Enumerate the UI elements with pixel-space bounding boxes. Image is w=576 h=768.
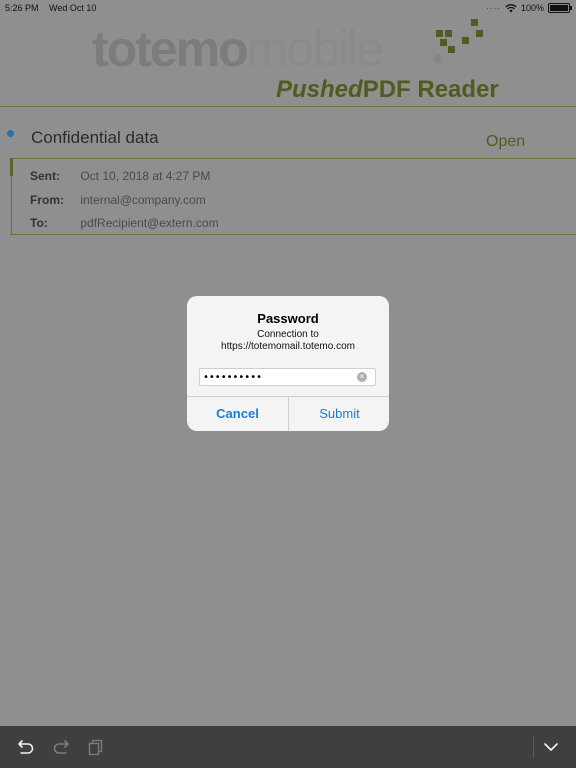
product-name: PushedPDF Reader [276, 76, 499, 104]
battery-percent: 100% [520, 3, 544, 13]
app-logo: totemomobile ® PushedPDF Reader [90, 18, 510, 103]
details-accent [10, 158, 13, 176]
details-divider [10, 234, 576, 235]
status-right: ···· 100% [486, 3, 572, 13]
brand-name: totemomobile [92, 21, 384, 77]
submit-button[interactable]: Submit [289, 397, 389, 431]
wifi-icon [505, 3, 517, 12]
from-value: internal@company.com [80, 193, 206, 207]
signal-dots-icon: ···· [486, 3, 501, 13]
brand-light: mobile [246, 21, 384, 77]
to-row: To: pdfRecipient@extern.com [30, 216, 219, 230]
product-italic: Pushed [276, 76, 363, 103]
cancel-button[interactable]: Cancel [187, 397, 288, 431]
dialog-title: Password [257, 311, 319, 326]
copy-icon[interactable] [86, 737, 106, 757]
message-details: Sent: Oct 10, 2018 at 4:27 PM From: inte… [10, 158, 576, 234]
status-left: 5:26 PM Wed Oct 10 [5, 3, 104, 13]
password-dialog: Password Connection to https://totemomai… [187, 296, 389, 431]
from-label: From: [30, 193, 64, 207]
sent-label: Sent: [30, 169, 60, 183]
password-input[interactable] [203, 369, 353, 385]
open-button[interactable]: Open [486, 133, 525, 151]
chevron-down-icon[interactable] [541, 737, 561, 757]
message-subject: Confidential data [31, 128, 159, 147]
status-bar: 5:26 PM Wed Oct 10 ···· 100% [0, 0, 576, 16]
status-time: 5:26 PM [5, 3, 39, 13]
sent-row: Sent: Oct 10, 2018 at 4:27 PM [30, 169, 210, 183]
password-field[interactable]: × [199, 368, 376, 386]
redo-icon[interactable] [51, 737, 71, 757]
undo-icon[interactable] [16, 737, 36, 757]
from-row: From: internal@company.com [30, 193, 206, 207]
battery-icon [548, 3, 572, 13]
dialog-message-line1: Connection to [257, 329, 319, 340]
product-rest: PDF Reader [362, 76, 499, 103]
toolbar-divider [533, 736, 534, 758]
clear-text-icon[interactable]: × [357, 372, 367, 382]
dialog-message: Connection to https://totemomail.totemo.… [187, 329, 389, 353]
status-date: Wed Oct 10 [49, 3, 97, 13]
bottom-toolbar [0, 726, 576, 768]
to-value: pdfRecipient@extern.com [80, 216, 219, 230]
logo-squares-icon [436, 18, 486, 58]
header-divider [0, 106, 576, 107]
to-label: To: [30, 216, 48, 230]
sent-value: Oct 10, 2018 at 4:27 PM [80, 169, 211, 183]
dialog-message-line2: https://totemomail.totemo.com [221, 341, 355, 352]
unread-dot-icon [7, 130, 14, 137]
brand-bold: totemo [92, 21, 249, 77]
